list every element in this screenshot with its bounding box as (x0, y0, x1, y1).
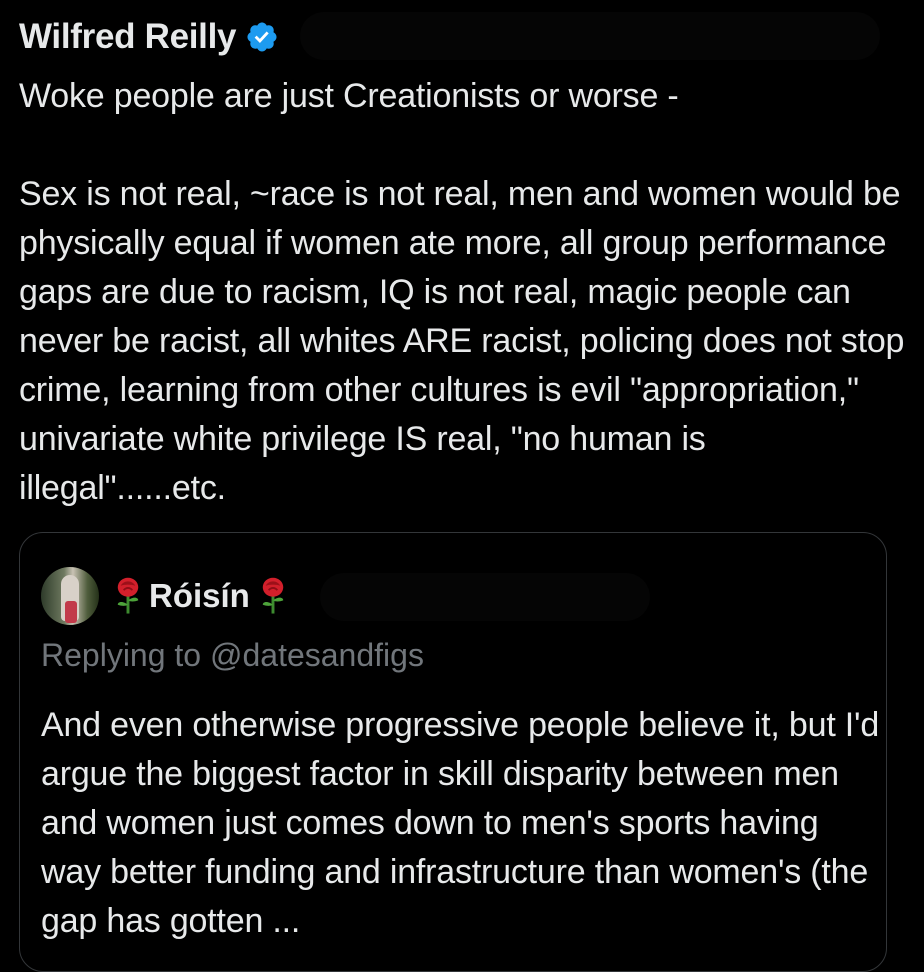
rose-icon (262, 577, 284, 614)
replying-to[interactable]: Replying to @datesandfigs (41, 637, 424, 674)
quoted-author-name[interactable]: Róisín (149, 577, 250, 615)
tweet-author-row: Wilfred Reilly (19, 14, 279, 60)
avatar[interactable] (41, 567, 99, 625)
quoted-tweet[interactable]: Róisín Replying to @datesandfigs And eve… (19, 532, 887, 972)
author-name[interactable]: Wilfred Reilly (19, 17, 237, 57)
redacted-handle (300, 12, 880, 60)
tweet[interactable]: Wilfred Reilly Woke people are just Crea… (0, 0, 924, 972)
quoted-tweet-text: And even otherwise progressive people be… (41, 706, 889, 940)
tweet-text: Woke people are just Creationists or wor… (19, 77, 905, 507)
redacted-handle (320, 573, 650, 621)
rose-icon (117, 577, 139, 614)
quoted-tweet-header: Róisín (41, 567, 288, 625)
verified-badge-icon (247, 22, 277, 52)
